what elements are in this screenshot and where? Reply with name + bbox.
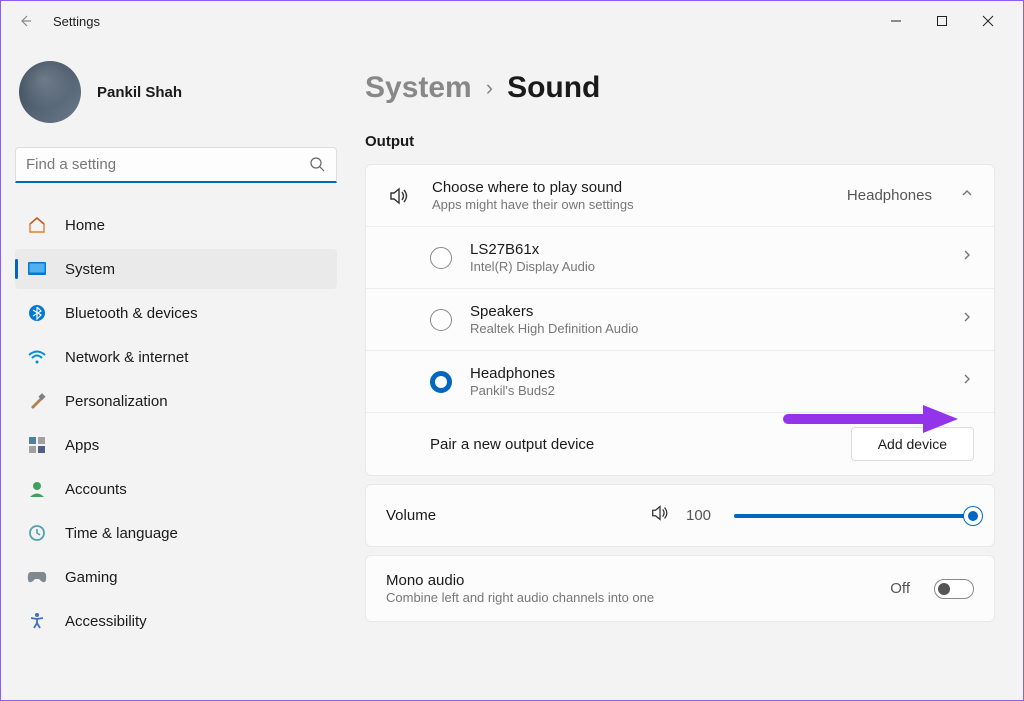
add-device-button[interactable]: Add device [851, 427, 974, 461]
nav-apps[interactable]: Apps [15, 425, 337, 465]
nav-system[interactable]: System [15, 249, 337, 289]
system-icon [27, 259, 47, 279]
brush-icon [27, 391, 47, 411]
accessibility-icon [27, 611, 47, 631]
device-row-2[interactable]: Headphones Pankil's Buds2 [366, 350, 994, 412]
nav-label: Gaming [65, 569, 118, 586]
choose-sub: Apps might have their own settings [432, 197, 827, 212]
volume-row: Volume 100 [366, 485, 994, 546]
chevron-right-icon[interactable] [960, 372, 974, 391]
nav-network[interactable]: Network & internet [15, 337, 337, 377]
nav-bluetooth[interactable]: Bluetooth & devices [15, 293, 337, 333]
nav-personalization[interactable]: Personalization [15, 381, 337, 421]
nav-label: Apps [65, 437, 99, 454]
username: Pankil Shah [97, 84, 182, 101]
nav-label: Home [65, 217, 105, 234]
gaming-icon [27, 567, 47, 587]
accounts-icon [27, 479, 47, 499]
nav-label: Time & language [65, 525, 178, 542]
volume-label: Volume [386, 507, 634, 524]
radio-unselected[interactable] [430, 247, 452, 269]
breadcrumb-current: Sound [507, 71, 600, 105]
device-sub: Realtek High Definition Audio [470, 321, 942, 336]
apps-icon [27, 435, 47, 455]
profile[interactable]: Pankil Shah [19, 61, 337, 123]
close-button[interactable] [965, 5, 1011, 37]
search-input[interactable] [15, 147, 337, 183]
chevron-right-icon[interactable] [960, 248, 974, 267]
mono-row: Mono audio Combine left and right audio … [366, 556, 994, 621]
nav-list: Home System Bluetooth & devices Network … [15, 205, 337, 641]
pair-row: Pair a new output device Add device [366, 412, 994, 475]
volume-value: 100 [686, 507, 718, 524]
breadcrumb-parent[interactable]: System [365, 71, 472, 105]
device-row-0[interactable]: LS27B61x Intel(R) Display Audio [366, 226, 994, 288]
chevron-up-icon [960, 186, 974, 205]
maximize-button[interactable] [919, 5, 965, 37]
device-name: Headphones [470, 365, 942, 382]
clock-icon [27, 523, 47, 543]
mono-sub: Combine left and right audio channels in… [386, 590, 874, 605]
search-icon [309, 156, 325, 177]
nav-label: Accounts [65, 481, 127, 498]
pair-label: Pair a new output device [430, 436, 594, 453]
nav-gaming[interactable]: Gaming [15, 557, 337, 597]
volume-icon[interactable] [650, 503, 670, 528]
volume-card: Volume 100 [365, 484, 995, 547]
mono-toggle[interactable] [934, 579, 974, 599]
device-sub: Intel(R) Display Audio [470, 259, 942, 274]
wifi-icon [27, 347, 47, 367]
radio-selected[interactable] [430, 371, 452, 393]
device-name: LS27B61x [470, 241, 942, 258]
device-row-1[interactable]: Speakers Realtek High Definition Audio [366, 288, 994, 350]
chevron-right-icon[interactable] [960, 310, 974, 329]
mono-card: Mono audio Combine left and right audio … [365, 555, 995, 622]
radio-unselected[interactable] [430, 309, 452, 331]
mono-title: Mono audio [386, 572, 874, 589]
main-content: System › Sound Output Choose where to pl… [351, 41, 1023, 700]
breadcrumb: System › Sound [365, 71, 995, 105]
choose-output-row[interactable]: Choose where to play sound Apps might ha… [366, 165, 994, 226]
device-name: Speakers [470, 303, 942, 320]
nav-label: System [65, 261, 115, 278]
nav-home[interactable]: Home [15, 205, 337, 245]
nav-label: Network & internet [65, 349, 188, 366]
volume-slider[interactable] [734, 514, 974, 518]
nav-time[interactable]: Time & language [15, 513, 337, 553]
speaker-icon [386, 185, 412, 207]
device-sub: Pankil's Buds2 [470, 383, 942, 398]
home-icon [27, 215, 47, 235]
back-button[interactable] [13, 9, 37, 33]
avatar [19, 61, 81, 123]
nav-accessibility[interactable]: Accessibility [15, 601, 337, 641]
output-card: Choose where to play sound Apps might ha… [365, 164, 995, 476]
slider-thumb[interactable] [964, 507, 982, 525]
nav-label: Accessibility [65, 613, 147, 630]
window-title: Settings [53, 14, 100, 29]
nav-label: Bluetooth & devices [65, 305, 198, 322]
breadcrumb-sep: › [486, 75, 493, 101]
titlebar: Settings [1, 1, 1023, 41]
choose-value: Headphones [847, 187, 932, 204]
section-output: Output [365, 133, 995, 150]
bluetooth-icon [27, 303, 47, 323]
choose-title: Choose where to play sound [432, 179, 827, 196]
nav-accounts[interactable]: Accounts [15, 469, 337, 509]
sidebar: Pankil Shah Home System Bluetooth & devi… [1, 41, 351, 700]
mono-state: Off [890, 580, 910, 597]
nav-label: Personalization [65, 393, 168, 410]
minimize-button[interactable] [873, 5, 919, 37]
